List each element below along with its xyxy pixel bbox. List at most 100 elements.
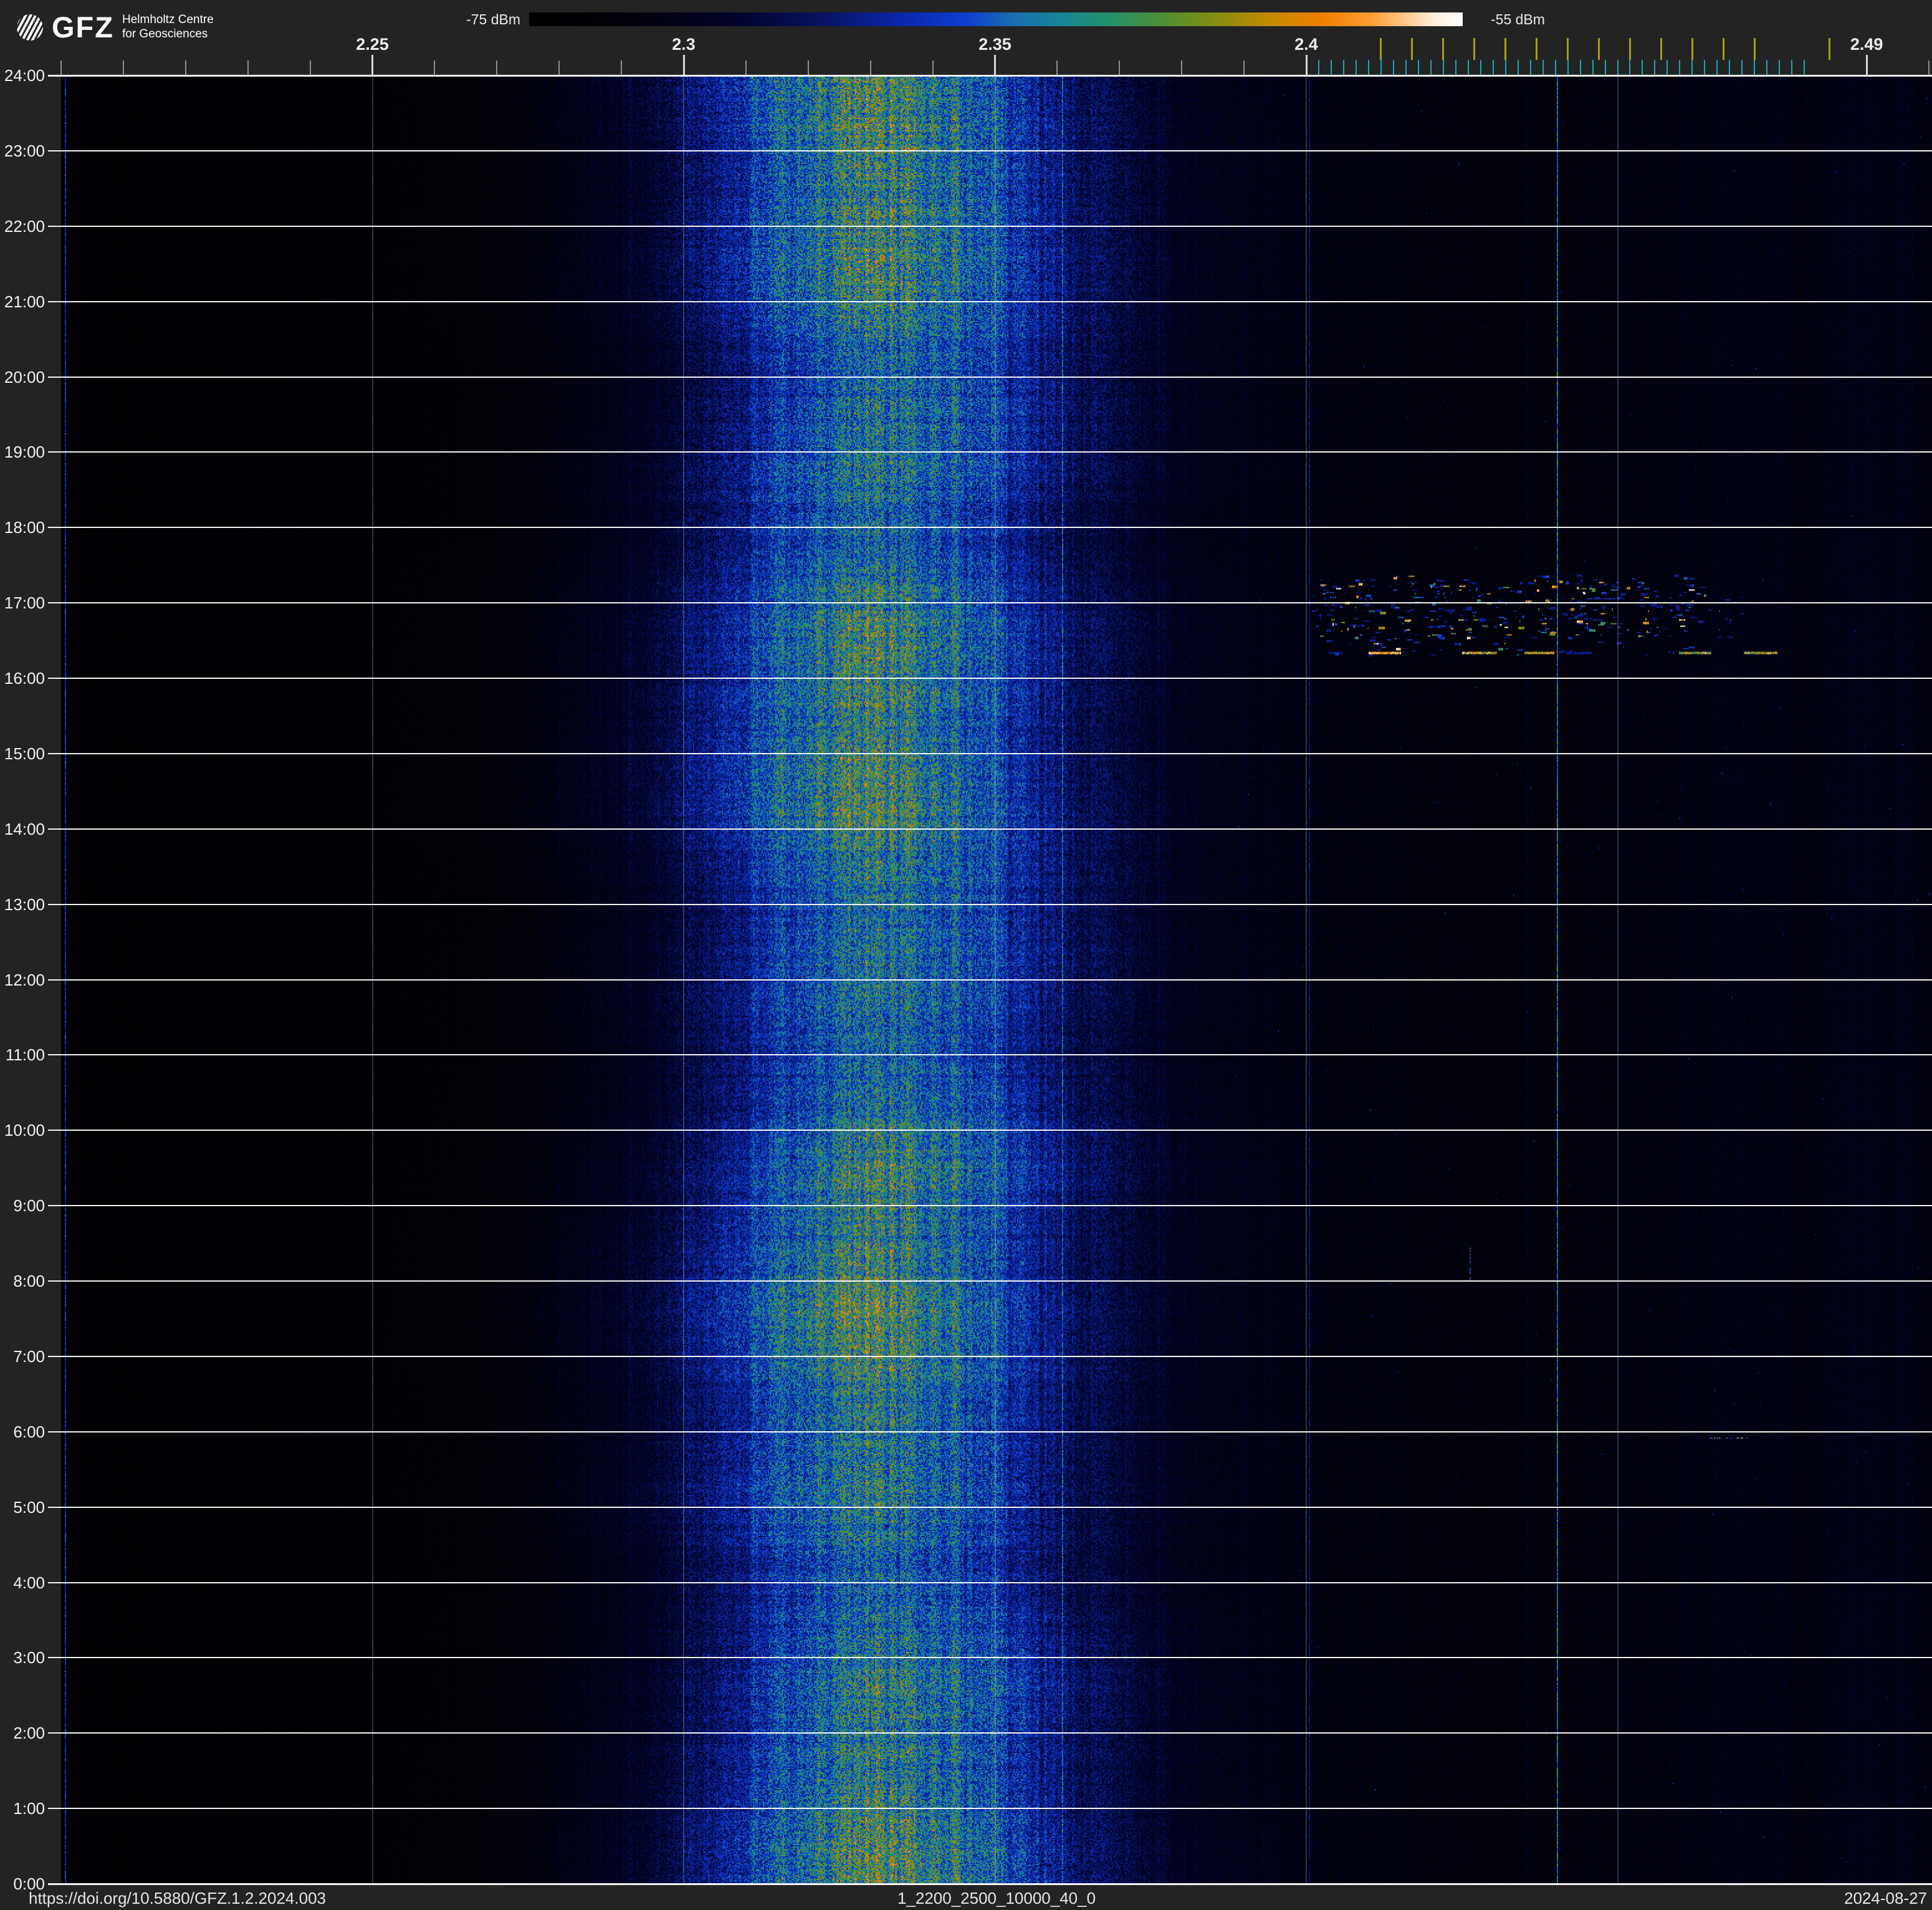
ble-channel-tick [1405,60,1407,75]
hour-gridline [48,1130,1932,1131]
hour-gridline [48,1883,1932,1885]
freq-tick-label: 2.3 [672,35,696,54]
freq-minor-tick [1119,60,1121,75]
freq-gridline [1306,75,1307,1884]
ble-channel-tick [1791,60,1793,75]
hour-gridline [48,376,1932,378]
ble-channel-tick [1729,60,1731,75]
hour-gridline [48,1581,1932,1583]
freq-minor-tick [434,60,436,75]
ble-channel-tick [1330,60,1332,75]
freq-gridline [371,75,373,1884]
hour-gridline [48,1355,1932,1357]
freq-gridline [994,75,996,1884]
wifi-channel-tick [1628,38,1631,60]
hour-gridline [48,828,1932,830]
time-label: 14:00 [4,819,45,838]
hour-gridline [48,150,1932,151]
ble-channel-tick [1342,60,1344,75]
hour-gridline [48,1054,1932,1056]
freq-minor-tick [122,60,124,75]
time-label: 5:00 [13,1497,45,1517]
hour-gridline [48,678,1932,679]
ble-channel-tick [1355,60,1357,75]
freq-tick-label: 2.4 [1294,35,1318,54]
wifi-channel-tick [1411,38,1413,60]
wifi-channel-tick [1722,38,1724,60]
freq-tick-label: 2.49 [1850,35,1883,54]
ble-channel-tick [1617,60,1619,75]
ble-channel-tick [1567,60,1569,75]
time-label: 4:00 [13,1573,45,1592]
freq-minor-tick [1243,60,1245,75]
colorbar [529,12,1463,26]
hour-gridline [48,451,1932,453]
colorbar-min-label: -75 dBm [466,11,520,27]
gfz-logo: GFZ Helmholtz Centre for Geosciences [16,10,214,44]
freq-tick-label: 2.35 [978,35,1011,54]
time-label: 23:00 [4,141,45,160]
time-label: 21:00 [4,292,45,311]
colorbar-max-label: -55 dBm [1491,11,1545,27]
freq-minor-tick [621,60,623,75]
ble-channel-tick [1691,60,1693,75]
time-label: 3:00 [13,1648,45,1668]
freq-minor-tick [60,60,62,75]
ble-channel-tick [1380,60,1382,75]
hour-gridline [48,75,1932,77]
ble-channel-tick [1766,60,1768,75]
freq-gridline [1617,75,1619,1884]
hour-gridline [48,300,1932,302]
wifi-channel-tick [1598,38,1600,60]
freq-major-tick [1305,55,1308,75]
ble-channel-tick [1517,60,1519,75]
ble-channel-tick [1667,60,1668,75]
ble-channel-tick [1604,60,1606,75]
ble-channel-tick [1779,60,1781,75]
ble-channel-tick [1642,60,1643,75]
wifi-channel-tick [1504,38,1507,60]
ble-channel-tick [1679,60,1681,75]
ble-channel-tick [1417,60,1419,75]
wifi-channel-tick [1473,38,1476,60]
ble-channel-tick [1629,60,1631,75]
time-label: 2:00 [13,1724,45,1743]
hour-gridline [48,903,1932,905]
wifi-channel-tick [1442,38,1445,60]
wifi-channel-tick [1828,38,1830,60]
time-label: 22:00 [4,216,45,236]
wifi-channel-tick [1380,38,1382,60]
freq-minor-tick [807,60,809,75]
org-name: Helmholtz Centre for Geosciences [122,13,214,41]
freq-major-tick [994,55,996,75]
time-label: 0:00 [13,1874,45,1893]
hour-gridline [48,1506,1932,1508]
hour-gridline [48,1732,1932,1734]
time-label: 11:00 [5,1045,45,1065]
hour-gridline [48,1280,1932,1282]
freq-minor-tick [309,60,311,75]
hour-gridline [48,979,1932,981]
time-label: 16:00 [4,669,45,688]
ble-channel-tick [1804,60,1805,75]
freq-tick-label: 2.25 [356,35,389,54]
ble-channel-tick [1367,60,1369,75]
ble-channel-tick [1654,60,1656,75]
hour-gridline [48,602,1932,604]
time-label: 6:00 [13,1422,45,1441]
hour-gridline [48,527,1932,529]
time-label: 24:00 [4,66,45,85]
ble-channel-tick [1554,60,1556,75]
time-label: 8:00 [13,1272,45,1290]
hour-gridline [48,1657,1932,1659]
ble-channel-tick [1480,60,1481,75]
wifi-channel-tick [1660,38,1662,60]
freq-major-tick [682,55,685,75]
wifi-channel-tick [1536,38,1538,60]
freq-major-tick [1865,55,1868,75]
freq-minor-tick [247,60,249,75]
ble-channel-tick [1467,60,1469,75]
ble-channel-tick [1542,60,1544,75]
freq-minor-tick [496,60,498,75]
hour-gridline [48,1205,1932,1207]
